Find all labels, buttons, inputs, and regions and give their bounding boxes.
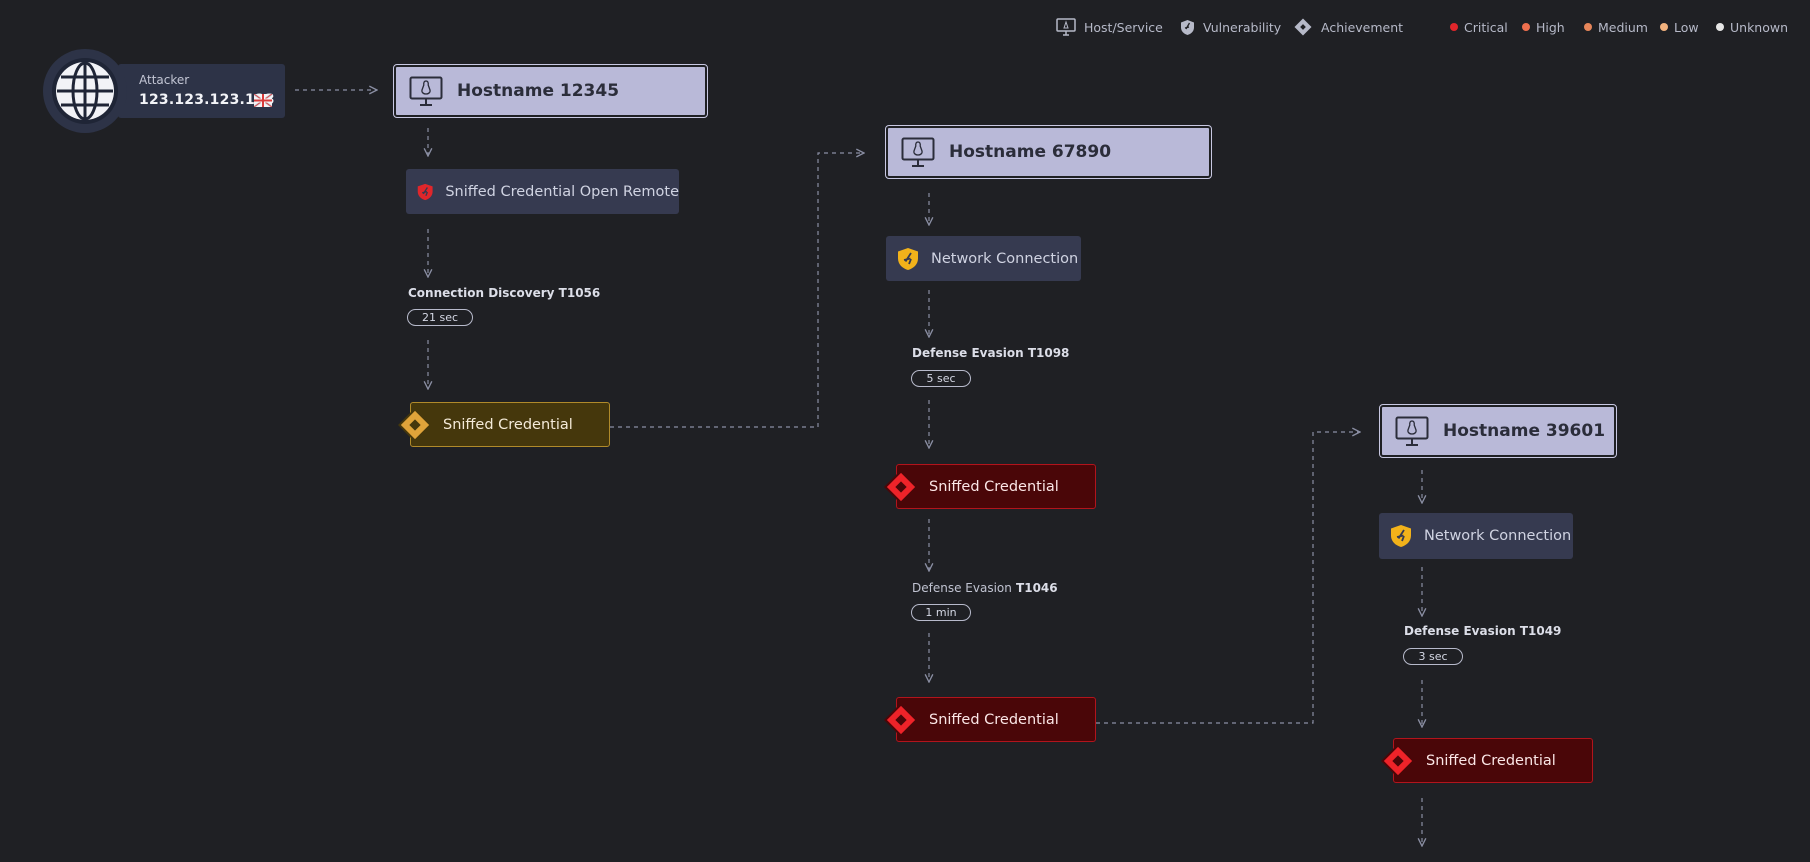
legend-severity-critical: Critical (1450, 16, 1508, 38)
duration-text: 21 sec (421, 311, 459, 324)
technique-label: Defense Evasion T1046 (912, 581, 1058, 595)
achievement-label: Sniffed Credential (1426, 752, 1556, 769)
linux-host-icon (901, 137, 935, 167)
technique-name: Defense Evasion (912, 581, 1012, 595)
diamond-icon (884, 469, 918, 504)
technique-label: Defense Evasion T1049 (1404, 624, 1561, 638)
host-name: Hostname 12345 (457, 81, 620, 101)
achievement-label: Sniffed Credential (443, 416, 573, 433)
monitor-icon (1056, 18, 1076, 36)
technique-label: Defense Evasion T1098 (912, 346, 1069, 360)
legend-label: Host/Service (1084, 19, 1163, 35)
diamond-icon (398, 407, 432, 442)
legend-label: Vulnerability (1203, 19, 1282, 35)
uk-flag-icon (254, 94, 272, 107)
host-name: Hostname 67890 (949, 142, 1112, 162)
edge-ach-to-host-39601 (1096, 432, 1360, 724)
technique-id: T1046 (1016, 581, 1058, 595)
severity-dot (1660, 23, 1668, 31)
legend-label: High (1536, 19, 1565, 35)
vulnerability-node[interactable]: Network Connection (1379, 513, 1573, 559)
shield-icon (1391, 525, 1411, 547)
legend-vulnerability: Vulnerability (1180, 16, 1281, 38)
diamond-icon (1294, 18, 1312, 36)
technique-name: Connection Discovery (408, 286, 555, 300)
duration-text: 5 sec (926, 372, 956, 385)
duration-pill: 5 sec (911, 370, 971, 387)
legend-label: Achievement (1321, 19, 1404, 35)
achievement-label: Sniffed Credential (929, 478, 1059, 495)
globe-icon (56, 61, 114, 121)
host-node-12345[interactable]: Hostname 12345 (393, 64, 708, 118)
legend-host-service: Host/Service (1056, 16, 1163, 38)
technique-name: Defense Evasion (912, 346, 1024, 360)
technique-label: Connection Discovery T1056 (408, 286, 600, 300)
shield-icon (898, 247, 918, 270)
achievement-node[interactable]: Sniffed Credential (1381, 738, 1593, 783)
vulnerability-node[interactable]: Sniffed Credential Open Remote (406, 169, 679, 214)
attacker-label: Attacker (139, 73, 190, 87)
legend-label: Medium (1598, 19, 1648, 35)
attacker-globe[interactable] (43, 49, 127, 133)
linux-host-icon (409, 76, 443, 106)
shield-icon (417, 183, 433, 200)
shield-icon (1181, 19, 1194, 35)
severity-dot (1522, 23, 1530, 31)
duration-pill: 3 sec (1403, 648, 1463, 665)
host-node-39601[interactable]: Hostname 39601 (1379, 404, 1617, 458)
host-name: Hostname 39601 (1443, 421, 1606, 441)
globe-badge (52, 58, 118, 124)
attacker-card[interactable]: Attacker 123.123.123.123 (118, 64, 285, 118)
duration-text: 1 min (925, 606, 957, 619)
diamond-icon (1381, 743, 1415, 778)
duration-pill: 1 min (911, 604, 971, 621)
severity-dot (1584, 23, 1592, 31)
technique-name: Defense Evasion (1404, 624, 1516, 638)
severity-dot (1450, 23, 1458, 31)
legend-severity-high: High (1522, 16, 1565, 38)
legend-severity-medium: Medium (1584, 16, 1648, 38)
vulnerability-label: Network Connection (1424, 528, 1572, 544)
vulnerability-node[interactable]: Network Connection (886, 236, 1081, 281)
achievement-node[interactable]: Sniffed Credential (398, 402, 610, 447)
legend-severity-unknown: Unknown (1716, 16, 1788, 38)
host-node-67890[interactable]: Hostname 67890 (885, 125, 1212, 179)
achievement-label: Sniffed Credential (929, 711, 1059, 728)
legend-achievement: Achievement (1293, 16, 1403, 38)
linux-host-icon (1395, 416, 1429, 446)
duration-pill: 21 sec (407, 309, 473, 326)
duration-text: 3 sec (1418, 650, 1448, 663)
vulnerability-label: Network Connection (931, 250, 1079, 267)
legend-severity-low: Low (1660, 16, 1699, 38)
legend-label: Critical (1464, 19, 1508, 35)
vulnerability-label: Sniffed Credential Open Remote (445, 183, 679, 200)
technique-id: T1056 (558, 286, 601, 300)
achievement-node[interactable]: Sniffed Credential (884, 697, 1096, 742)
diamond-icon (884, 702, 918, 737)
legend-label: Unknown (1730, 19, 1789, 35)
achievement-node[interactable]: Sniffed Credential (884, 464, 1096, 509)
severity-dot (1716, 23, 1724, 31)
technique-id: T1098 (1027, 346, 1070, 360)
technique-id: T1049 (1519, 624, 1562, 638)
legend-label: Low (1674, 19, 1699, 35)
